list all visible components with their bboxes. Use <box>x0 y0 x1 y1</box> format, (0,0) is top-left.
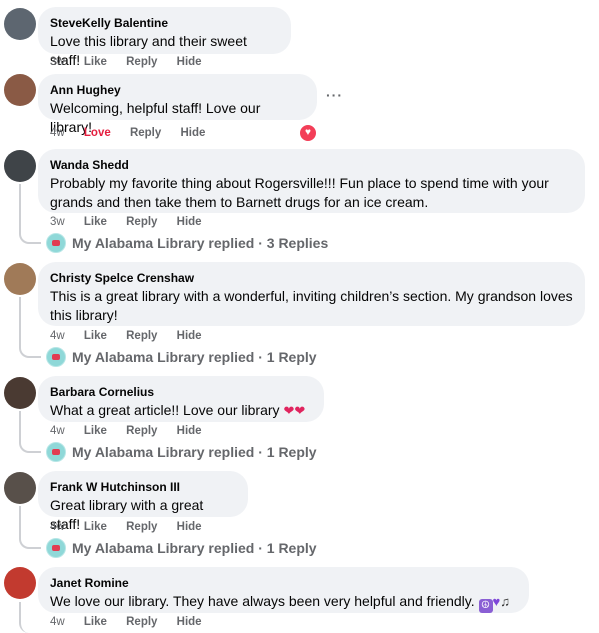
reply-button[interactable]: Reply <box>126 216 157 228</box>
comment-time[interactable]: 4w <box>50 127 65 139</box>
thread-line <box>19 506 41 549</box>
reply-button[interactable]: Reply <box>126 616 157 628</box>
hide-button[interactable]: Hide <box>177 425 202 437</box>
like-button[interactable]: Like <box>84 216 107 228</box>
view-replies-link[interactable]: My Alabama Library replied · 3 Replies <box>46 232 328 254</box>
comment-time[interactable]: 4w <box>50 330 65 342</box>
comment-bubble: Wanda Shedd Probably my favorite thing a… <box>38 149 585 213</box>
comment-bubble: Janet Romine We love our library. They h… <box>38 567 529 613</box>
reply-button[interactable]: Reply <box>126 56 157 68</box>
thread-line <box>19 411 41 453</box>
avatar[interactable] <box>4 74 36 106</box>
replies-summary[interactable]: My Alabama Library replied · 3 Replies <box>72 235 328 251</box>
hide-button[interactable]: Hide <box>177 216 202 228</box>
avatar[interactable] <box>4 263 36 295</box>
hide-button[interactable]: Hide <box>177 56 202 68</box>
comment-bubble: Christy Spelce Crenshaw This is a great … <box>38 262 585 326</box>
hide-button[interactable]: Hide <box>177 330 202 342</box>
view-replies-link[interactable]: My Alabama Library replied · 1 Reply <box>46 346 317 368</box>
comment-author[interactable]: Wanda Shedd <box>50 157 573 173</box>
comment-time[interactable]: 4w <box>50 616 65 628</box>
comment-author[interactable]: Janet Romine <box>50 575 517 591</box>
thread-line <box>19 297 41 358</box>
comment-bubble: Barbara Cornelius What a great article!!… <box>38 376 324 422</box>
comment-text: Probably my favorite thing about Rogersv… <box>50 175 549 210</box>
reply-button[interactable]: Reply <box>130 127 161 139</box>
library-avatar <box>46 347 66 367</box>
comment-actions: 4w Like Reply Hide <box>50 424 218 438</box>
replies-summary[interactable]: My Alabama Library replied · 1 Reply <box>72 540 317 556</box>
comment-actions: 3w Like Reply Hide <box>50 55 218 69</box>
library-avatar <box>46 538 66 558</box>
comment-text-body: What a great article!! Love our library <box>50 402 280 418</box>
reply-button[interactable]: Reply <box>126 330 157 342</box>
red-heart-icon: ❤ <box>283 403 295 418</box>
like-button[interactable]: Like <box>84 616 107 628</box>
reply-button[interactable]: Reply <box>126 521 157 533</box>
comment-text: This is a great library with a wonderful… <box>50 288 573 323</box>
avatar[interactable] <box>4 377 36 409</box>
music-note-icon: ♫ <box>500 594 510 609</box>
peace-icon: ☮ <box>478 599 493 613</box>
comment-actions: 4w Like Reply Hide <box>50 329 218 343</box>
comment-text: What a great article!! Love our library … <box>50 401 312 420</box>
comment-time[interactable]: 4w <box>50 521 65 533</box>
comment-bubble: SteveKelly Balentine Love this library a… <box>38 7 291 68</box>
comment-actions: 4w Like Reply Hide <box>50 615 218 629</box>
comment-time[interactable]: 3w <box>50 216 65 228</box>
avatar[interactable] <box>4 150 36 182</box>
hide-button[interactable]: Hide <box>177 616 202 628</box>
hide-button[interactable]: Hide <box>177 521 202 533</box>
comment-author[interactable]: Barbara Cornelius <box>50 384 312 400</box>
thread-line <box>19 184 41 244</box>
replies-summary[interactable]: My Alabama Library replied · 1 Reply <box>72 349 317 365</box>
comment-actions: 3w Like Reply Hide <box>50 215 218 229</box>
comment-actions: 4w Like Reply Hide <box>50 520 218 534</box>
comment-author[interactable]: SteveKelly Balentine <box>50 15 279 31</box>
comment-time[interactable]: 4w <box>50 425 65 437</box>
heart-reaction-icon[interactable]: ♥ <box>299 124 317 142</box>
comment-actions: 4w Love Reply Hide <box>50 126 221 140</box>
view-replies-link[interactable]: My Alabama Library replied · 1 Reply <box>46 441 317 463</box>
like-button[interactable]: Like <box>84 330 107 342</box>
comment-text: We love our library. They have always be… <box>50 592 517 613</box>
more-options-icon[interactable]: ··· <box>326 87 343 103</box>
hide-button[interactable]: Hide <box>180 127 205 139</box>
view-replies-link[interactable]: My Alabama Library replied · 1 Reply <box>46 537 317 559</box>
red-heart-icon: ❤ <box>294 403 306 418</box>
avatar[interactable] <box>4 8 36 40</box>
love-button[interactable]: Love <box>84 127 111 139</box>
comment-time[interactable]: 3w <box>50 56 65 68</box>
comment-author[interactable]: Frank W Hutchinson III <box>50 479 236 495</box>
avatar[interactable] <box>4 472 36 504</box>
comment-author[interactable]: Ann Hughey <box>50 82 305 98</box>
comment-author[interactable]: Christy Spelce Crenshaw <box>50 270 573 286</box>
like-button[interactable]: Like <box>84 521 107 533</box>
like-button[interactable]: Like <box>84 425 107 437</box>
comment-text-body: We love our library. They have always be… <box>50 593 475 609</box>
library-avatar <box>46 442 66 462</box>
library-avatar <box>46 233 66 253</box>
reply-button[interactable]: Reply <box>126 425 157 437</box>
avatar[interactable] <box>4 567 36 599</box>
comment-bubble: Frank W Hutchinson III Great library wit… <box>38 471 248 532</box>
replies-summary[interactable]: My Alabama Library replied · 1 Reply <box>72 444 317 460</box>
comment-bubble: Ann Hughey Welcoming, helpful staff! Lov… <box>38 74 317 135</box>
thread-line <box>19 602 41 633</box>
like-button[interactable]: Like <box>84 56 107 68</box>
